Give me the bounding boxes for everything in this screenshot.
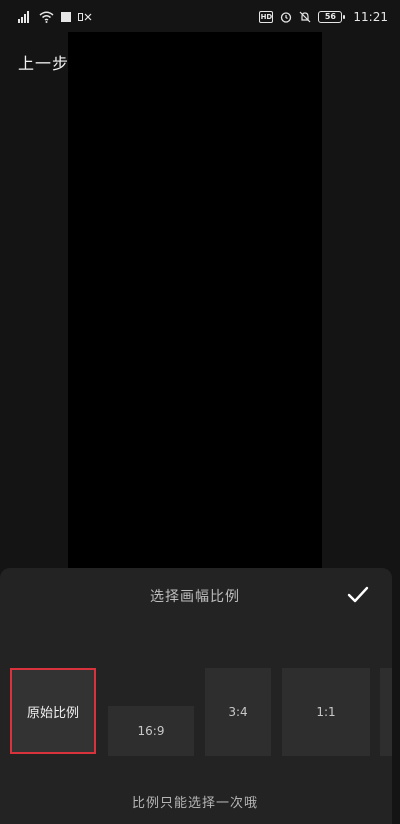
status-right: HD 56 11:21 [259, 10, 388, 24]
ratio-label: 1:1 [316, 705, 336, 719]
mute-bell-icon [299, 11, 311, 23]
aspect-ratio-panel: 选择画幅比例 原始比例 16:9 3:4 1:1 比例只能选择一次哦 [0, 568, 392, 824]
status-bar: HD 56 11:21 [0, 0, 400, 34]
hd-badge: HD [259, 11, 274, 23]
video-preview [68, 32, 322, 572]
check-icon [347, 586, 369, 603]
ratio-label: 3:4 [228, 705, 248, 719]
stop-square-icon [61, 12, 71, 22]
ratio-next-button[interactable] [380, 668, 392, 756]
status-time: 11:21 [353, 10, 388, 24]
status-left [18, 11, 92, 23]
confirm-button[interactable] [345, 582, 371, 608]
alarm-icon [280, 11, 292, 23]
ratio-original-button[interactable]: 原始比例 [10, 668, 96, 754]
battery-icon: 56 [318, 11, 346, 23]
ratio-16-9-button[interactable]: 16:9 [108, 706, 194, 756]
wifi-icon [39, 11, 54, 23]
ratio-hint: 比例只能选择一次哦 [131, 796, 258, 811]
signal-icon [18, 11, 32, 23]
ratio-label: 16:9 [137, 724, 165, 738]
ratio-1-1-button[interactable]: 1:1 [282, 668, 370, 756]
panel-title: 选择画幅比例 [150, 589, 240, 605]
back-button[interactable]: 上一步 [18, 50, 69, 74]
ratio-3-4-button[interactable]: 3:4 [205, 668, 271, 756]
record-icon [78, 12, 92, 22]
ratio-label: 原始比例 [26, 705, 79, 721]
